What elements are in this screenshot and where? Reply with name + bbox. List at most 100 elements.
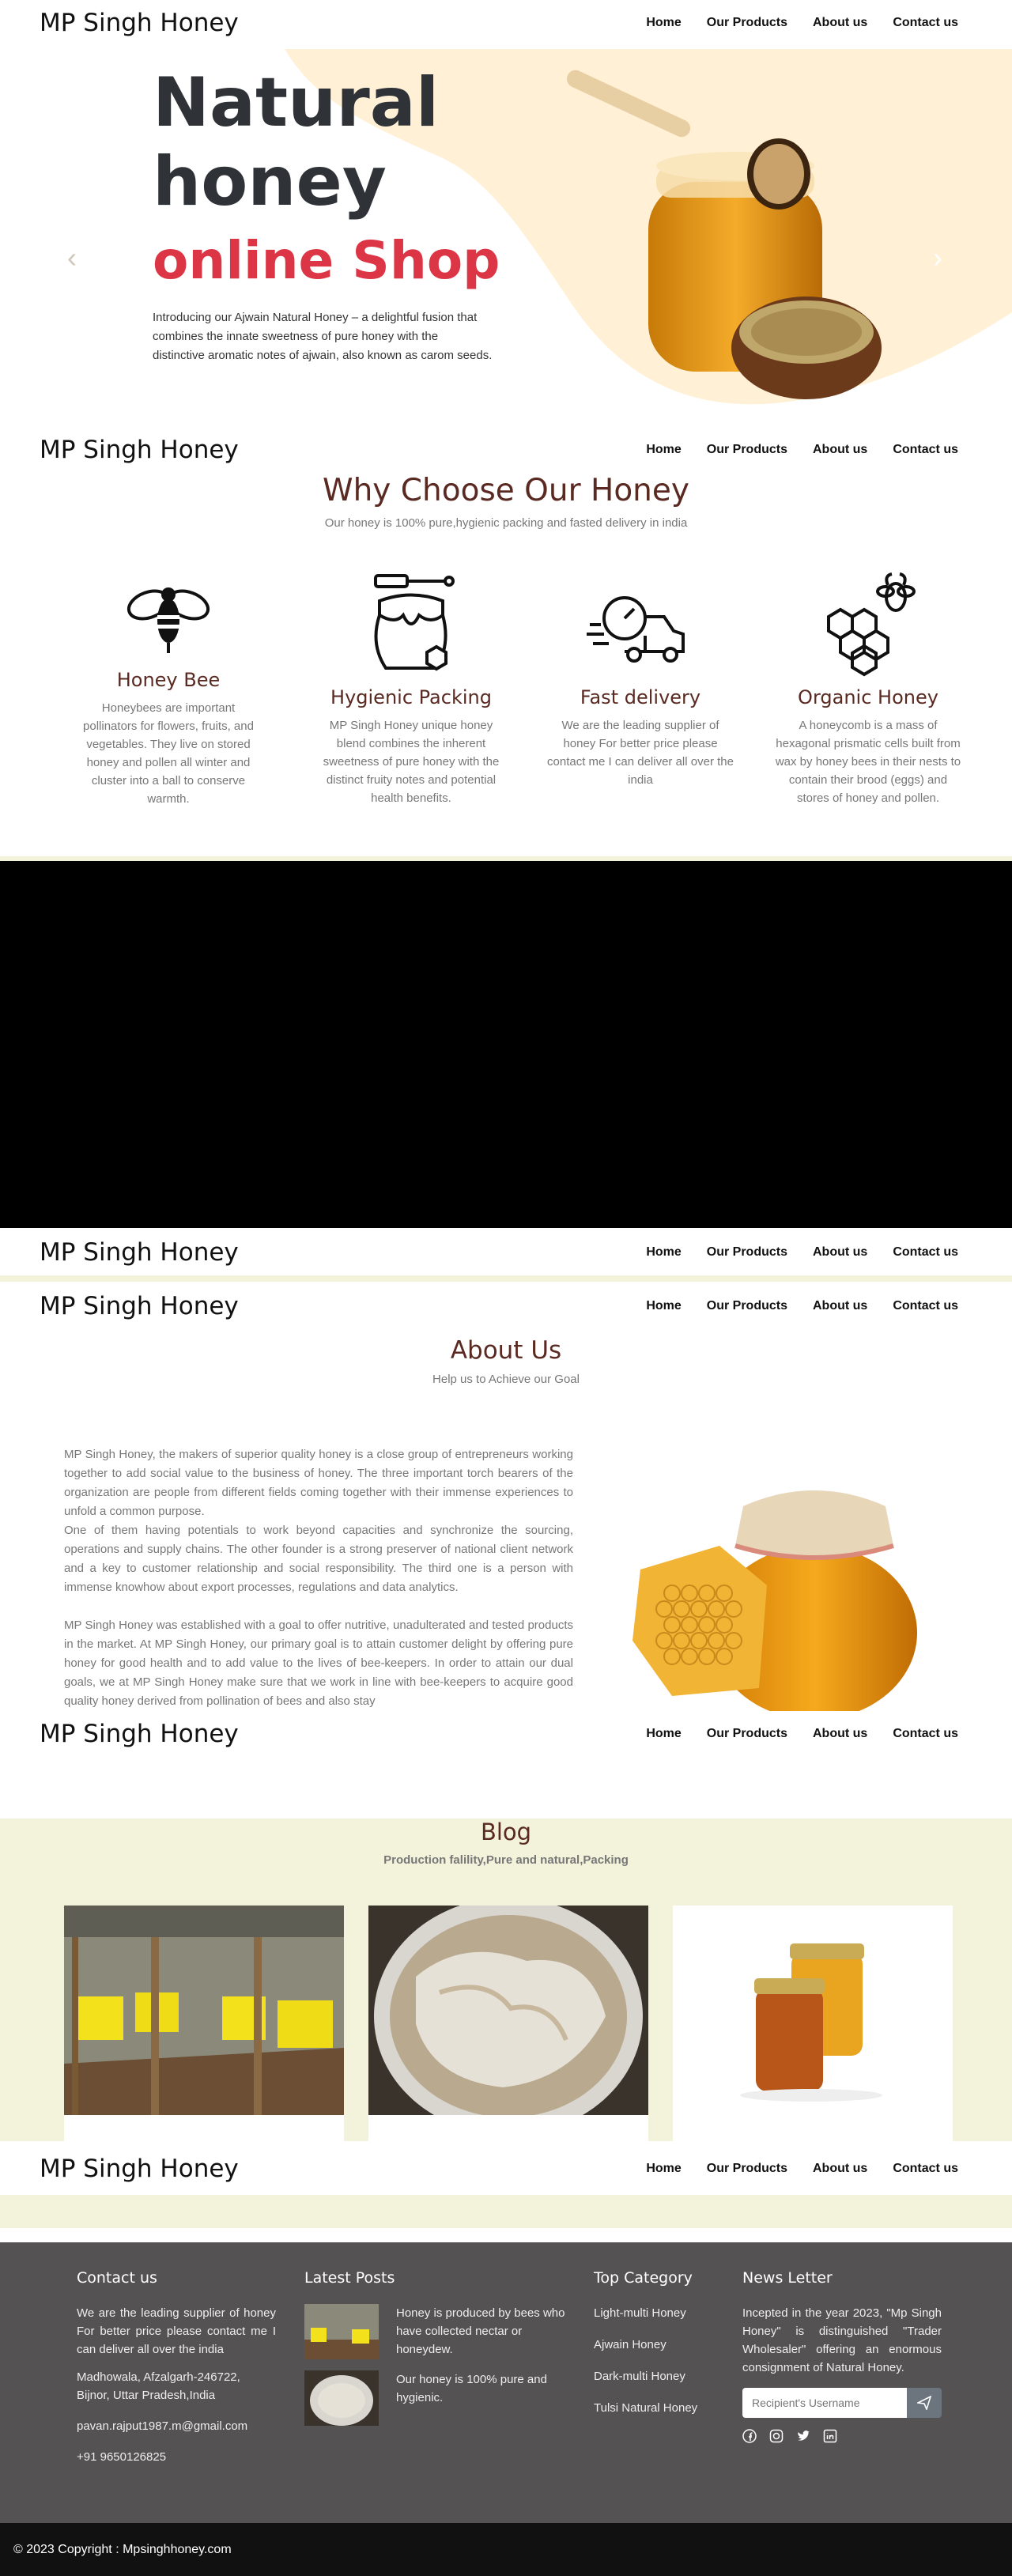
category-link[interactable]: Ajwain Honey	[594, 2336, 728, 2354]
footer-latest-posts: Latest Posts Honey is produced by bees w…	[304, 2269, 565, 2426]
navbar: MP Singh Honey Home Our Products About u…	[0, 1711, 1012, 1757]
nav-contact-us[interactable]: Contact us	[893, 16, 958, 30]
nav-contact-us[interactable]: Contact us	[893, 2162, 958, 2176]
feature-title: Organic Honey	[798, 686, 938, 708]
nav-our-products[interactable]: Our Products	[707, 1245, 787, 1260]
post-text: Honey is produced by bees who have colle…	[396, 2306, 565, 2356]
nav-home[interactable]: Home	[646, 1299, 681, 1313]
feature-text: Honeybees are important pollinators for …	[83, 701, 254, 806]
footer-phone[interactable]: +91 9650126825	[77, 2448, 276, 2466]
hero-prev-arrow[interactable]: ‹	[67, 241, 77, 274]
feature-title: Honey Bee	[116, 669, 221, 691]
footer-news-text: Incepted in the year 2023, "Mp Singh Hon…	[742, 2306, 942, 2374]
navbar: MP Singh Honey Home Our Products About u…	[0, 0, 1012, 46]
brand-logo[interactable]: MP Singh Honey	[40, 9, 239, 37]
navbar: MP Singh Honey Home Our Products About u…	[0, 1283, 1012, 1329]
nav-about-us[interactable]: About us	[813, 1245, 867, 1260]
feature-text: A honeycomb is a mass of hexagonal prism…	[775, 719, 961, 805]
nav-our-products[interactable]: Our Products	[707, 1299, 787, 1313]
footer: Contact us We are the leading supplier o…	[0, 2242, 1012, 2523]
footer-contact: Contact us We are the leading supplier o…	[77, 2269, 276, 2466]
brand-logo[interactable]: MP Singh Honey	[40, 1292, 239, 1320]
nav-contact-us[interactable]: Contact us	[893, 1245, 958, 1260]
footer-address: Madhowala, Afzalgarh-246722, Bijnor, Utt…	[77, 2370, 240, 2402]
nav-menu: Home Our Products About us Contact us	[646, 443, 972, 457]
nav-menu: Home Our Products About us Contact us	[646, 1727, 972, 1741]
linkedin-icon[interactable]	[823, 2429, 837, 2443]
honeycomb-icon	[827, 572, 916, 677]
hero-description: Introducing our Ajwain Natural Honey – a…	[153, 311, 493, 362]
brand-logo[interactable]: MP Singh Honey	[40, 2155, 239, 2183]
newsletter-send-button[interactable]	[907, 2388, 942, 2418]
copyright-bar: © 2023 Copyright : Mpsinghhoney.com	[0, 2523, 1012, 2576]
nav-about-us[interactable]: About us	[813, 16, 867, 30]
about-text: MP Singh Honey, the makers of superior q…	[64, 1445, 573, 1711]
blog-title: Blog	[480, 1819, 532, 1845]
navbar: MP Singh Honey Home Our Products About u…	[0, 1229, 1012, 1275]
nav-home[interactable]: Home	[646, 2162, 681, 2176]
category-link[interactable]: Dark-multi Honey	[594, 2367, 728, 2385]
nav-contact-us[interactable]: Contact us	[893, 1299, 958, 1313]
social-links	[742, 2429, 942, 2443]
honey-jar-icon	[374, 574, 455, 671]
about-section-header: About Us Help us to Achieve our Goal	[0, 1336, 1012, 1386]
about-paragraph: One of them having potentials to work be…	[64, 1524, 573, 1594]
nav-home[interactable]: Home	[646, 443, 681, 457]
instagram-icon[interactable]	[769, 2429, 784, 2443]
nav-our-products[interactable]: Our Products	[707, 2162, 787, 2176]
video-section[interactable]	[0, 861, 1012, 1228]
hero-title-line3: online Shop	[153, 230, 500, 291]
send-icon	[917, 2396, 931, 2410]
nav-our-products[interactable]: Our Products	[707, 1727, 787, 1741]
facebook-icon[interactable]	[742, 2429, 757, 2443]
nav-contact-us[interactable]: Contact us	[893, 443, 958, 457]
footer-post[interactable]: Honey is produced by bees who have colle…	[304, 2304, 565, 2359]
honey-jar-honeycomb-image	[632, 1490, 917, 1712]
twitter-icon[interactable]	[796, 2429, 810, 2443]
honey-jar-image	[566, 70, 882, 399]
why-subtitle: Our honey is 100% pure,hygienic packing …	[324, 516, 688, 530]
delivery-truck-icon	[587, 596, 685, 663]
blog-card-honeycomb[interactable]	[368, 1906, 648, 2141]
why-section-header: Why Choose Our Honey Our honey is 100% p…	[0, 473, 1012, 530]
footer-top-category: Top Category Light-multi Honey Ajwain Ho…	[594, 2269, 728, 2417]
copyright-text: © 2023 Copyright : Mpsinghhoney.com	[13, 2542, 232, 2556]
nav-menu: Home Our Products About us Contact us	[646, 16, 972, 30]
post-thumbnail	[304, 2370, 379, 2426]
about-paragraph: MP Singh Honey was established with a go…	[64, 1618, 573, 1708]
nav-home[interactable]: Home	[646, 1245, 681, 1260]
hero-title-line2: honey	[153, 142, 387, 221]
nav-about-us[interactable]: About us	[813, 1299, 867, 1313]
nav-home[interactable]: Home	[646, 16, 681, 30]
nav-home[interactable]: Home	[646, 1727, 681, 1741]
about-title: About Us	[450, 1336, 562, 1365]
brand-logo[interactable]: MP Singh Honey	[40, 1720, 239, 1748]
section-divider	[0, 2195, 1012, 2228]
blog-card-beehives[interactable]	[64, 1906, 344, 2141]
footer-contact-text: We are the leading supplier of honey For…	[77, 2306, 276, 2356]
blog-subtitle: Production falility,Pure and natural,Pac…	[383, 1853, 629, 1867]
nav-our-products[interactable]: Our Products	[707, 16, 787, 30]
footer-post[interactable]: Our honey is 100% pure and hygienic.	[304, 2370, 565, 2426]
nav-about-us[interactable]: About us	[813, 443, 867, 457]
category-link[interactable]: Light-multi Honey	[594, 2304, 728, 2322]
category-link[interactable]: Tulsi Natural Honey	[594, 2399, 728, 2417]
hero-next-arrow[interactable]: ›	[933, 241, 942, 274]
newsletter-email-input[interactable]	[742, 2388, 907, 2418]
honeycomb-bowl-photo	[368, 1906, 648, 2115]
feature-text: MP Singh Honey unique honey blend combin…	[323, 719, 500, 805]
brand-logo[interactable]: MP Singh Honey	[40, 1238, 239, 1267]
brand-logo[interactable]: MP Singh Honey	[40, 436, 239, 464]
nav-contact-us[interactable]: Contact us	[893, 1727, 958, 1741]
navbar: MP Singh Honey Home Our Products About u…	[0, 427, 1012, 473]
blog-card-honey-jars[interactable]	[673, 1906, 953, 2141]
navbar: MP Singh Honey Home Our Products About u…	[0, 2146, 1012, 2192]
hero-title-line1: Natural	[153, 63, 440, 142]
about-paragraph: MP Singh Honey, the makers of superior q…	[64, 1448, 573, 1518]
feature-text: We are the leading supplier of honey For…	[547, 719, 734, 787]
nav-about-us[interactable]: About us	[813, 2162, 867, 2176]
footer-email[interactable]: pavan.rajput1987.m@gmail.com	[77, 2417, 276, 2435]
feature-fast-delivery: Fast delivery We are the leading supplie…	[546, 569, 735, 789]
nav-about-us[interactable]: About us	[813, 1727, 867, 1741]
nav-our-products[interactable]: Our Products	[707, 443, 787, 457]
